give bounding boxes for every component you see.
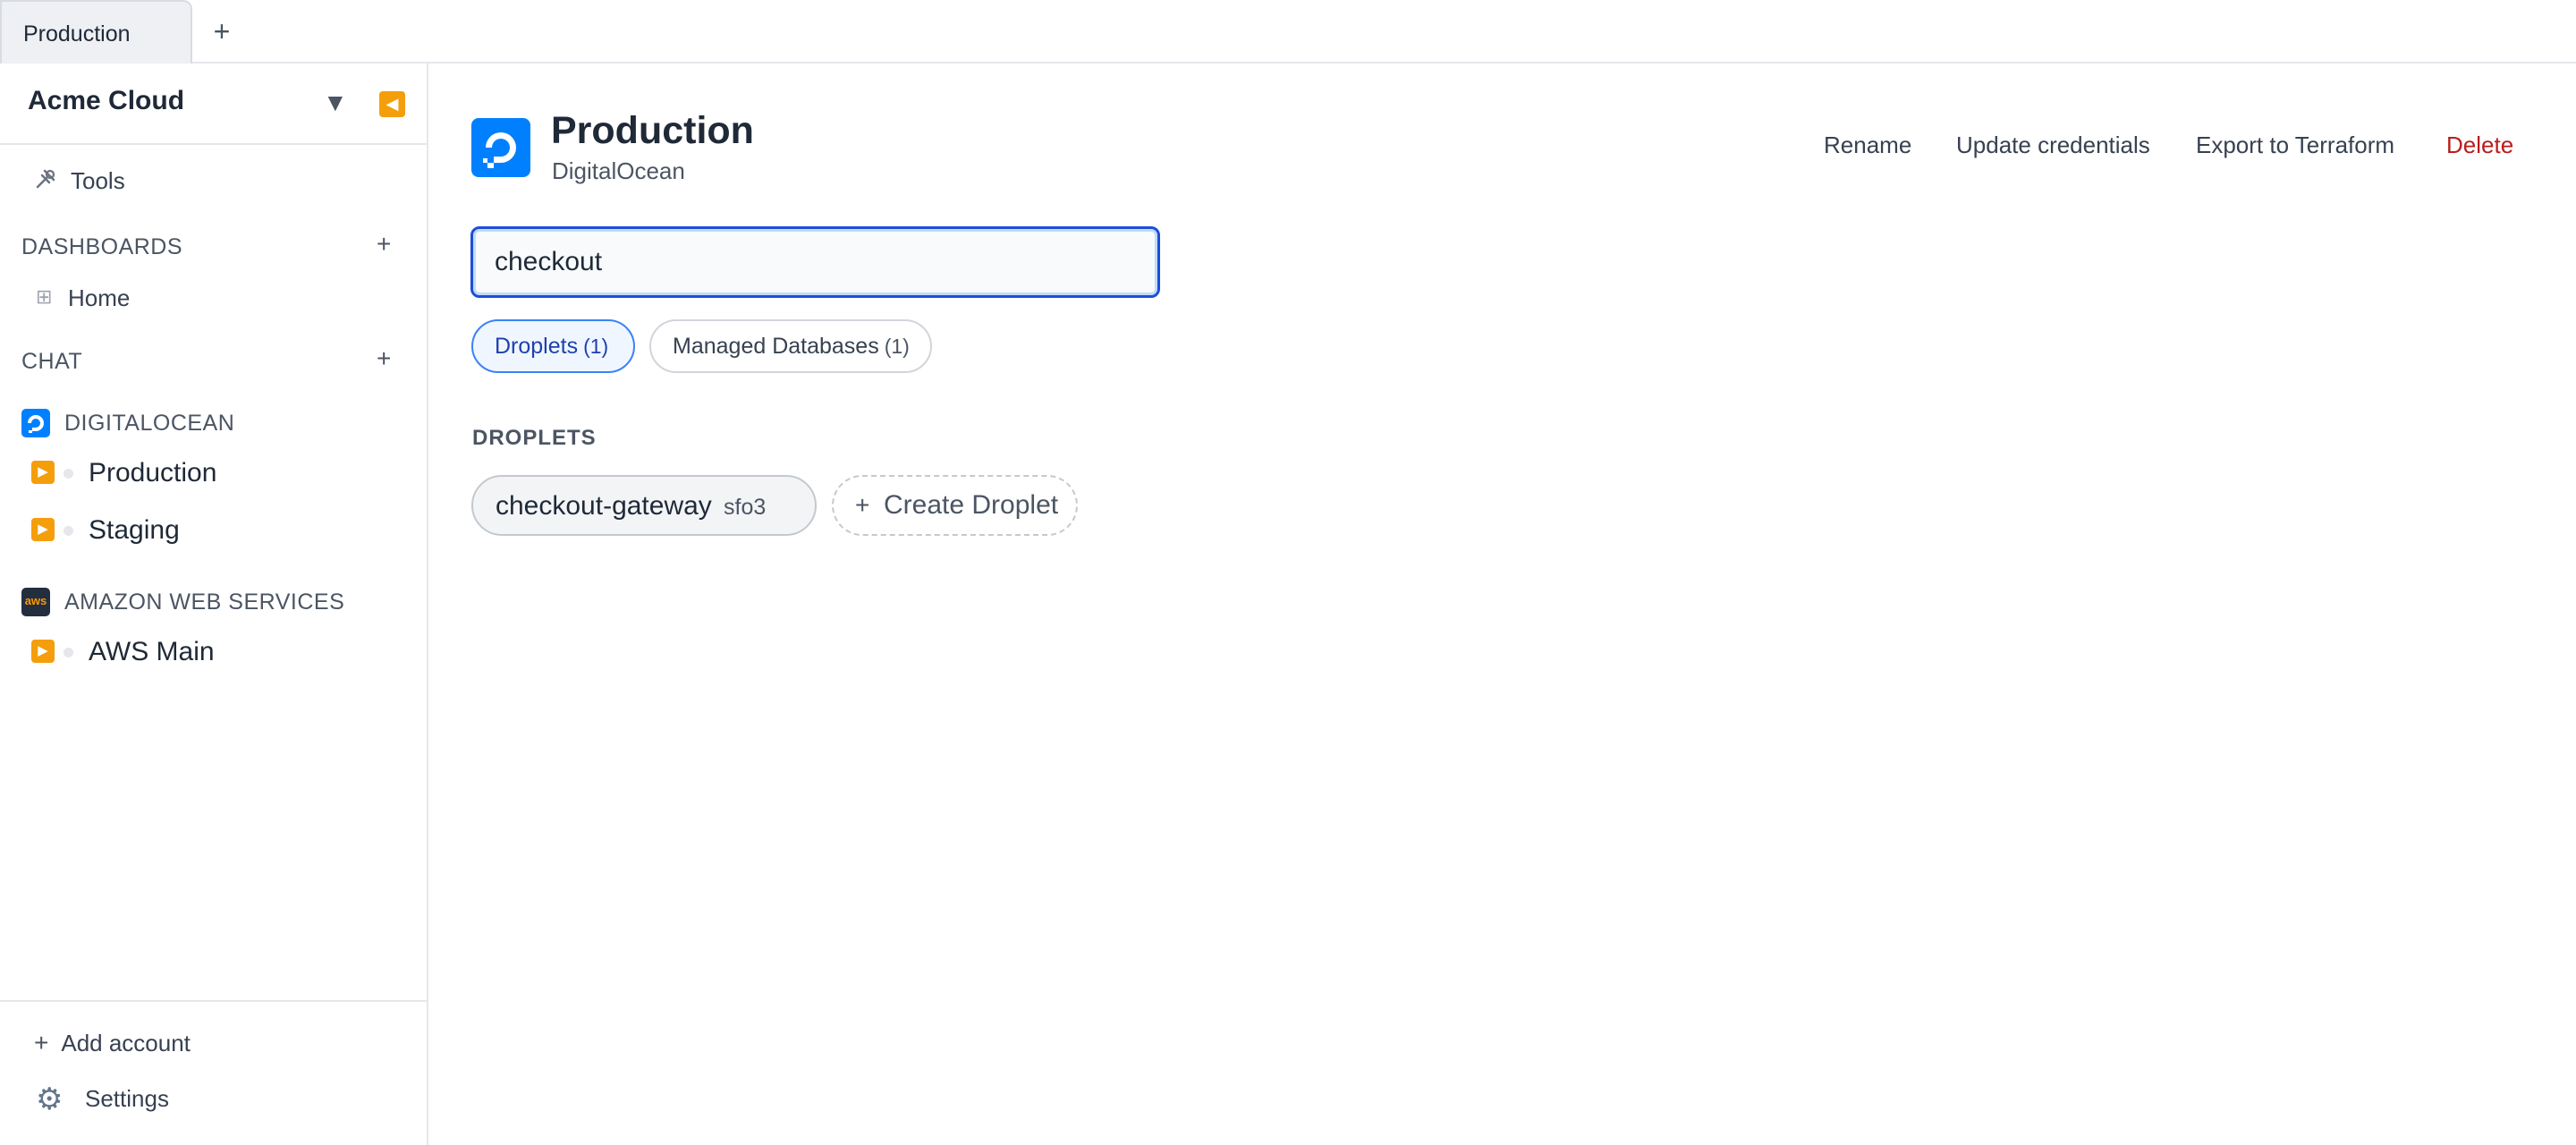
tab-label: Production [23,21,131,47]
add-chat-button[interactable]: + [377,344,391,373]
sidebar-item-production[interactable]: ▶ Production [0,449,427,496]
plus-icon: + [34,1029,49,1056]
add-dashboard-button[interactable]: + [377,230,391,259]
filter-count: (1) [884,335,910,358]
filter-count: (1) [583,335,609,358]
org-name: Acme Cloud [28,86,185,115]
grid-icon: ⊞ [36,285,53,308]
sidebar-item-label: Tools [71,167,125,194]
provider-name: AMAZON WEB SERVICES [64,589,345,615]
digitalocean-logo-icon [471,118,530,177]
droplet-item[interactable]: checkout-gateway sfo3 [471,475,817,536]
create-droplet-label: Create Droplet [884,490,1059,520]
droplet-name: checkout-gateway [496,491,712,521]
sidebar-item-home[interactable]: ⊞ Home [0,278,427,318]
aws-logo-icon: aws [21,588,50,616]
play-icon[interactable]: ▶ [31,640,55,663]
filter-droplets[interactable]: Droplets (1) [471,319,635,373]
rename-button[interactable]: Rename [1824,131,1911,159]
sidebar-item-label: Staging [89,515,180,545]
collapse-sidebar-icon[interactable]: ◀ [379,91,405,117]
droplets-heading: DROPLETS [472,426,597,450]
provider-name: DIGITALOCEAN [64,411,235,436]
export-terraform-button[interactable]: Export to Terraform [2196,131,2394,159]
sidebar-item-label: AWS Main [89,637,215,666]
dashboards-heading: DASHBOARDS [21,234,183,259]
add-account-button[interactable]: + Add account [34,1029,191,1057]
status-dot [64,526,73,536]
sidebar-item-staging[interactable]: ▶ Staging [0,506,427,553]
add-account-label: Add account [61,1030,191,1056]
sidebar-item-label: Production [89,458,217,488]
provider-aws: aws AMAZON WEB SERVICES [21,586,424,618]
update-credentials-button[interactable]: Update credentials [1956,131,2150,159]
filter-managed-databases[interactable]: Managed Databases (1) [649,319,932,373]
tools-icon [34,167,59,192]
chat-heading: CHAT [21,349,83,374]
gear-icon[interactable]: ⚙ [36,1081,63,1117]
filter-label: Droplets [495,334,579,359]
play-icon[interactable]: ▶ [31,518,55,541]
sidebar-item-aws-main[interactable]: ▶ AWS Main [0,628,427,674]
sidebar-item-tools[interactable]: Tools [0,160,427,199]
page-title: Production [551,109,754,152]
search-input[interactable] [473,229,1157,295]
settings-link[interactable]: Settings [85,1085,169,1113]
sidebar: Acme Cloud ▼ ◀ Tools DASHBOARDS + ⊞ Home… [0,64,428,1145]
droplet-region: sfo3 [724,495,767,520]
chevron-down-icon[interactable]: ▼ [323,89,348,117]
delete-button[interactable]: Delete [2446,131,2513,159]
search-field[interactable] [470,226,1160,298]
page-subtitle: DigitalOcean [552,157,685,184]
sidebar-item-label: Home [68,284,131,311]
status-dot [64,469,73,479]
plus-icon: + [855,491,870,519]
new-tab-button[interactable]: + [206,15,238,47]
create-droplet-button[interactable]: + Create Droplet [832,475,1078,536]
play-icon[interactable]: ▶ [31,461,55,484]
main-panel: Production DigitalOcean Rename Update cr… [430,64,2576,1145]
tab-bar: Production + [0,0,2576,64]
filter-label: Managed Databases [673,334,879,359]
provider-digitalocean: DIGITALOCEAN [21,407,424,439]
org-switcher[interactable]: Acme Cloud ▼ ◀ [0,64,427,145]
tab-production[interactable]: Production [0,0,192,64]
digitalocean-logo-icon [21,409,50,437]
sidebar-footer: + Add account ⚙ Settings [0,1000,427,1145]
status-dot [64,648,73,657]
